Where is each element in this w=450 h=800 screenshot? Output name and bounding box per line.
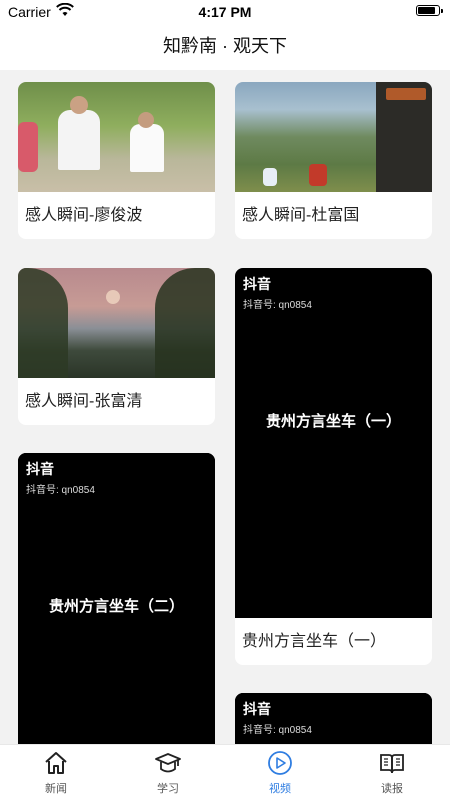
douyin-id: 抖音号: qn0854 bbox=[26, 485, 95, 496]
video-title: 感人瞬间-杜富国 bbox=[242, 207, 360, 224]
tab-label: 读报 bbox=[381, 783, 403, 795]
tab-study[interactable]: 学习 bbox=[112, 749, 224, 796]
video-thumbnail[interactable] bbox=[18, 82, 215, 192]
home-icon bbox=[45, 752, 67, 774]
tab-video[interactable]: 视频 bbox=[224, 749, 336, 796]
tab-news[interactable]: 新闻 bbox=[0, 749, 112, 796]
video-thumbnail[interactable] bbox=[18, 268, 215, 378]
video-thumbnail[interactable]: 抖音 抖音号: qn0854 贵州方言坐车（一） bbox=[235, 268, 432, 618]
tab-newspaper[interactable]: 读报 bbox=[336, 749, 448, 796]
video-thumbnail[interactable]: 抖音 抖音号: qn0854 贵州方言坐车（二） bbox=[18, 453, 215, 745]
clock: 4:17 PM bbox=[198, 4, 252, 20]
video-card[interactable]: 抖音 抖音号: qn0854 贵州方言坐车（二） bbox=[18, 453, 215, 745]
video-title: 感人瞬间-廖俊波 bbox=[25, 207, 143, 224]
tab-label: 新闻 bbox=[45, 783, 67, 795]
video-card[interactable]: 感人瞬间-张富清 bbox=[18, 268, 215, 425]
douyin-watermark: 抖音 抖音号: qn0854 bbox=[26, 459, 95, 496]
play-circle-icon bbox=[268, 751, 292, 775]
battery-icon bbox=[416, 5, 443, 16]
douyin-logo: 抖音 bbox=[26, 461, 54, 477]
video-title: 感人瞬间-张富清 bbox=[25, 393, 143, 410]
video-title: 贵州方言坐车（一） bbox=[242, 633, 387, 650]
douyin-id: 抖音号: qn0854 bbox=[243, 300, 312, 311]
video-thumbnail[interactable]: 抖音 抖音号: qn0854 bbox=[235, 693, 432, 745]
page-title: 知黔南 · 观天下 bbox=[163, 36, 287, 56]
douyin-watermark: 抖音 抖音号: qn0854 bbox=[243, 699, 312, 736]
douyin-id: 抖音号: qn0854 bbox=[243, 725, 312, 736]
tab-label: 学习 bbox=[157, 783, 179, 795]
douyin-logo: 抖音 bbox=[243, 276, 271, 292]
status-bar: Carrier 4:17 PM bbox=[0, 0, 450, 24]
video-card[interactable]: 感人瞬间-廖俊波 bbox=[18, 82, 215, 239]
douyin-watermark: 抖音 抖音号: qn0854 bbox=[243, 274, 312, 311]
video-card[interactable]: 感人瞬间-杜富国 bbox=[235, 82, 432, 239]
tab-label: 视频 bbox=[269, 783, 291, 795]
douyin-logo: 抖音 bbox=[243, 701, 271, 717]
video-card[interactable]: 抖音 抖音号: qn0854 bbox=[235, 693, 432, 745]
video-card[interactable]: 抖音 抖音号: qn0854 贵州方言坐车（一） 贵州方言坐车（一） bbox=[235, 268, 432, 665]
graduation-cap-icon bbox=[155, 753, 181, 773]
video-overlay-text: 贵州方言坐车（二） bbox=[48, 598, 184, 615]
video-thumbnail[interactable] bbox=[235, 82, 432, 192]
tab-bar: 新闻 学习 视频 读报 bbox=[0, 744, 450, 800]
open-book-icon bbox=[380, 754, 404, 774]
video-feed[interactable]: 感人瞬间-廖俊波 感人瞬间-张富清 抖音 抖音号: qn0854 贵州方言坐车（… bbox=[0, 70, 450, 745]
video-overlay-text: 贵州方言坐车（一） bbox=[265, 413, 401, 430]
nav-bar: 知黔南 · 观天下 bbox=[0, 24, 450, 70]
